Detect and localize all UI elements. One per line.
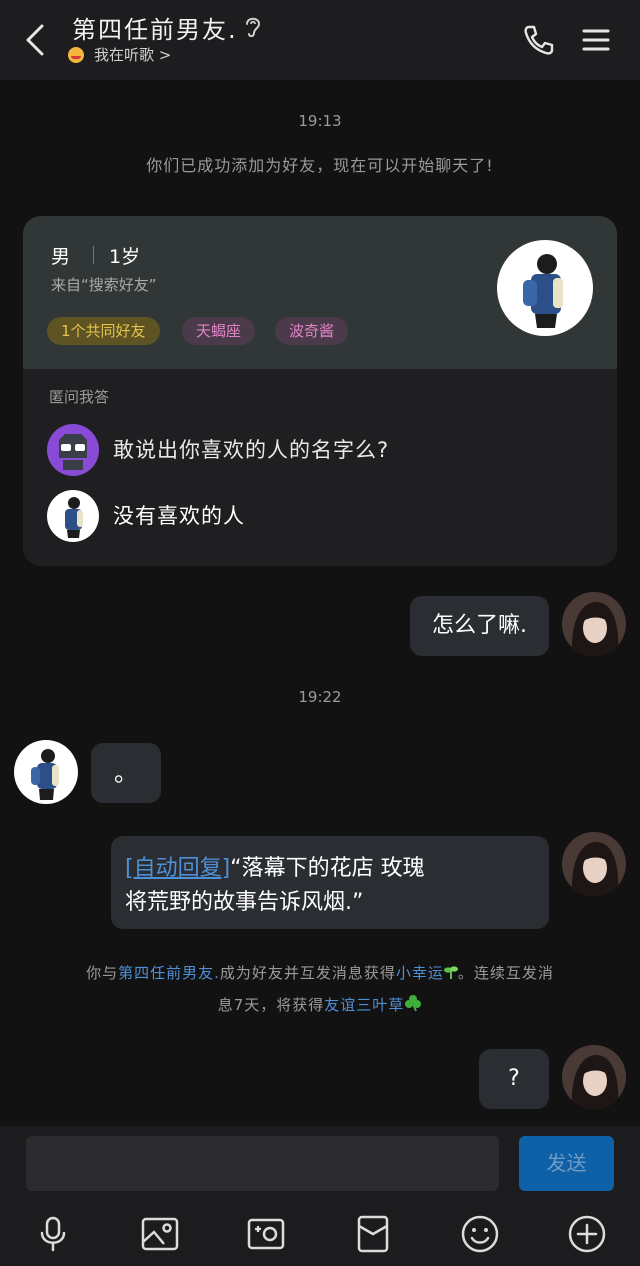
- streak-message-line-1: 你与第四任前男友.成为好友并互发消息获得小幸运 。连续互发消: [0, 962, 640, 983]
- message-bubble-sent[interactable]: 怎么了嘛.: [410, 596, 549, 656]
- emoji-icon: [461, 1215, 499, 1253]
- anonymous-avatar: [47, 424, 99, 476]
- streak-contact-link[interactable]: 第四任前男友.: [118, 964, 220, 982]
- smile-emoji-icon: [68, 46, 84, 63]
- timestamp: 19:22: [298, 688, 342, 706]
- auto-reply-tag: [自动回复]: [125, 856, 231, 881]
- listening-status[interactable]: 我在听歌 >: [68, 44, 171, 65]
- my-avatar[interactable]: [562, 1045, 626, 1109]
- profile-source: 来自“搜索好友”: [51, 276, 157, 294]
- back-icon: [26, 24, 44, 56]
- message-bubble-sent[interactable]: ?: [479, 1049, 549, 1109]
- tag-zodiac[interactable]: 天蝎座: [182, 317, 256, 345]
- menu-icon: [582, 29, 610, 51]
- auto-reply-text-1: “落幕下的花店 玫瑰: [230, 856, 425, 881]
- streak-reward-link-2[interactable]: 友谊三叶草: [324, 996, 404, 1014]
- image-icon: [141, 1217, 179, 1251]
- sprout-icon: [443, 964, 458, 979]
- chat-title[interactable]: 第四任前男友.: [72, 10, 238, 45]
- contact-avatar[interactable]: [14, 740, 78, 804]
- back-button[interactable]: [18, 22, 54, 58]
- profile-avatar[interactable]: [497, 240, 593, 336]
- ear-icon[interactable]: [242, 14, 264, 40]
- emoji-button[interactable]: [460, 1214, 500, 1254]
- tag-interest[interactable]: 波奇酱: [275, 317, 349, 345]
- red-packet-icon: [357, 1215, 389, 1253]
- more-button[interactable]: [567, 1214, 607, 1254]
- my-avatar[interactable]: [562, 832, 626, 896]
- system-message: 你们已成功添加为好友，现在可以开始聊天了!: [146, 156, 494, 175]
- send-button[interactable]: 发送: [519, 1136, 614, 1191]
- voice-button[interactable]: [33, 1214, 73, 1254]
- image-button[interactable]: [140, 1214, 180, 1254]
- auto-reply-line-1: [自动回复]“落幕下的花店 玫瑰: [125, 850, 425, 882]
- call-button[interactable]: [520, 22, 556, 58]
- profile-gender: 男: [51, 246, 71, 268]
- qa-question: 敢说出你喜欢的人的名字么?: [113, 438, 390, 462]
- streak-message-line-2: 息7天，将获得友谊三叶草: [0, 992, 640, 1015]
- red-packet-button[interactable]: [353, 1214, 393, 1254]
- profile-age: 1岁: [109, 246, 141, 268]
- streak-line2-prefix: 息7天，将获得: [217, 996, 325, 1014]
- camera-icon: [247, 1218, 285, 1250]
- auto-reply-bubble[interactable]: [自动回复]“落幕下的花店 玫瑰 将荒野的故事告诉风烟.”: [111, 836, 549, 929]
- mic-icon: [40, 1216, 66, 1252]
- clover-icon: [404, 994, 422, 1012]
- phone-icon: [524, 25, 554, 55]
- plus-icon: [568, 1215, 606, 1253]
- answer-avatar: [47, 490, 99, 542]
- profile-card[interactable]: 男 1岁 来自“搜索好友” 1个共同好友 天蝎座 波奇酱 匿问我答 敢说出你喜欢…: [23, 216, 617, 566]
- message-bubble-received[interactable]: 。: [91, 743, 161, 803]
- menu-button[interactable]: [578, 22, 614, 58]
- message-input[interactable]: [26, 1136, 499, 1191]
- status-text: 我在听歌 >: [94, 46, 172, 64]
- divider: [93, 246, 94, 264]
- qa-title: 匿问我答: [49, 388, 110, 406]
- camera-button[interactable]: [246, 1214, 286, 1254]
- tag-mutual-friends[interactable]: 1个共同好友: [47, 317, 160, 345]
- timestamp: 19:13: [298, 112, 342, 130]
- streak-mid-2: 。连续互发消: [457, 964, 554, 982]
- streak-reward-link-1[interactable]: 小幸运: [396, 964, 444, 982]
- my-avatar[interactable]: [562, 592, 626, 656]
- qa-answer: 没有喜欢的人: [113, 504, 245, 528]
- auto-reply-text-2: 将荒野的故事告诉风烟.”: [125, 890, 364, 915]
- streak-prefix: 你与: [86, 964, 119, 982]
- streak-mid: 成为好友并互发消息获得: [219, 964, 396, 982]
